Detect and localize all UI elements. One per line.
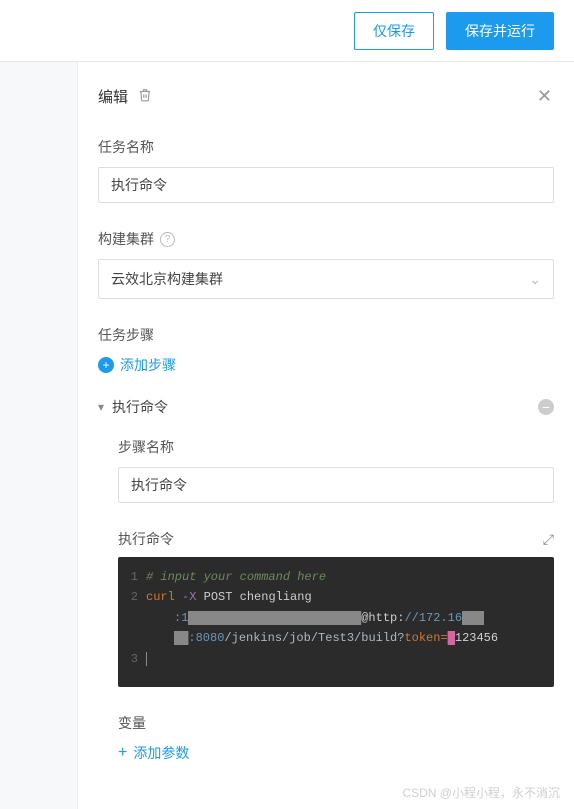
help-icon[interactable]: ? (160, 232, 175, 247)
steps-label: 任务步骤 (98, 325, 554, 345)
cluster-value: 云效北京构建集群 (111, 269, 223, 289)
plus-circle-icon: + (98, 357, 114, 373)
top-bar: 仅保存 保存并运行 (0, 0, 574, 62)
add-param-label: 添加参数 (133, 743, 189, 763)
step-name-input[interactable] (118, 467, 554, 503)
cmd-label: 执行命令 (118, 529, 174, 549)
close-icon[interactable]: ✕ (537, 86, 552, 107)
chevron-down-icon: ⌄ (529, 271, 541, 288)
chevron-down-icon: ▾ (98, 400, 104, 414)
watermark: CSDN @小程小程，永不消沉 (402, 784, 560, 801)
plus-icon: + (118, 744, 127, 762)
add-param-button[interactable]: + 添加参数 (118, 743, 554, 763)
left-sidebar (0, 62, 78, 809)
cluster-label: 构建集群 (98, 229, 154, 249)
add-step-button[interactable]: + 添加步骤 (98, 355, 554, 375)
expand-icon[interactable]: ⤢ (543, 531, 554, 548)
save-only-button[interactable]: 仅保存 (354, 12, 434, 50)
save-and-run-button[interactable]: 保存并运行 (446, 12, 554, 50)
edit-panel: 编辑 ✕ 任务名称 构建集群 ? 云效北京构建集群 ⌄ 任务步骤 + 添 (78, 62, 574, 809)
task-name-label: 任务名称 (98, 137, 554, 157)
task-name-input[interactable] (98, 167, 554, 203)
vars-label: 变量 (118, 713, 554, 733)
trash-icon[interactable] (138, 88, 152, 105)
remove-step-icon[interactable]: − (538, 399, 554, 415)
step-title: 执行命令 (112, 397, 168, 417)
cluster-select[interactable]: 云效北京构建集群 ⌄ (98, 259, 554, 299)
step-toggle[interactable]: ▾ 执行命令 (98, 397, 168, 417)
panel-title: 编辑 (98, 86, 128, 107)
step-name-label: 步骤名称 (118, 437, 554, 457)
add-step-label: 添加步骤 (120, 355, 176, 375)
code-editor[interactable]: 1 # input your command here 2 curl -X PO… (118, 557, 554, 687)
